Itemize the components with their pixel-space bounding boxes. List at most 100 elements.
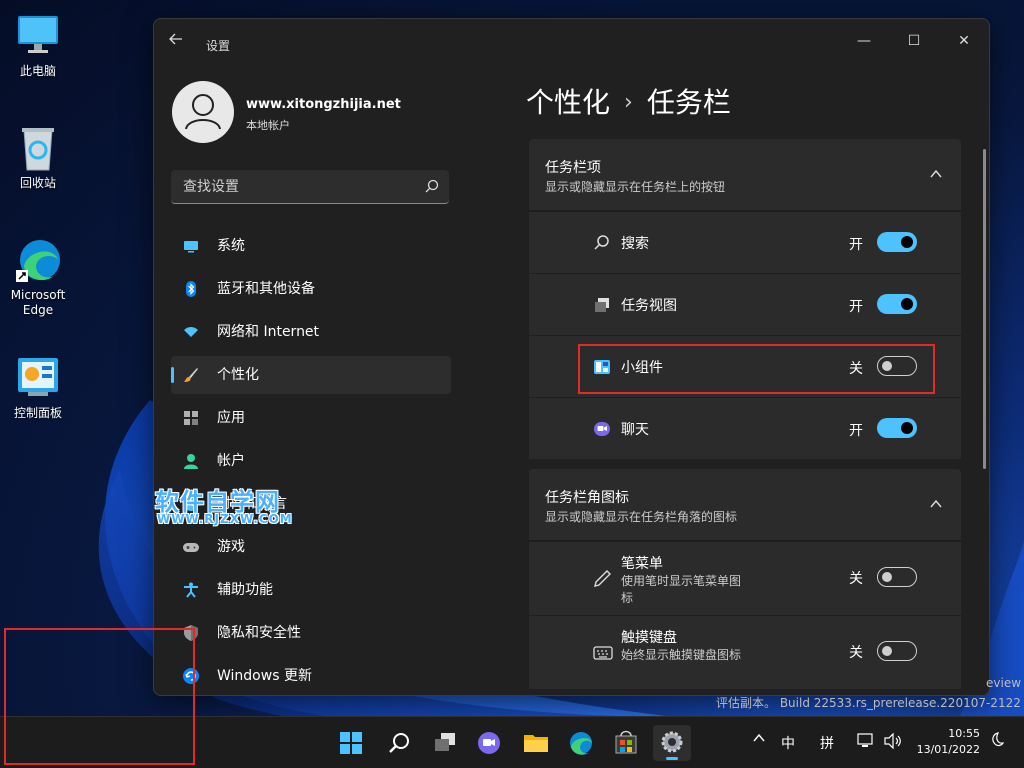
sidebar-nav: 系统 蓝牙和其他设备 网络和 Internet 个性化 应用 帐户 时间和语言 (171, 227, 451, 695)
section-header[interactable]: 任务栏角图标 显示或隐藏显示在任务栏角落的图标 (529, 469, 961, 541)
row-label: 触摸键盘 (621, 630, 677, 646)
sidebar-item-personalization[interactable]: 个性化 (171, 356, 451, 394)
taskbar-item-chat: 聊天 开 (529, 397, 961, 459)
taskbar-file-explorer-button[interactable] (517, 725, 555, 761)
notifications-button[interactable] (988, 732, 1005, 752)
clock-date: 13/01/2022 (916, 743, 980, 756)
touch-keyboard-toggle[interactable] (877, 641, 917, 661)
sidebar-item-label: 应用 (217, 410, 245, 426)
toggle-knob (901, 422, 913, 434)
desktop-icon-label: 此电脑 (19, 64, 56, 78)
desktop-icon-edge[interactable]: Microsoft Edge (0, 236, 76, 318)
corner-item-pen-menu: 笔菜单 使用笔时显示笔菜单图标 关 (529, 541, 961, 615)
settings-window: 设置 — ☐ ✕ www.xitongzhijia.net 本地帐户 系统 (153, 18, 990, 696)
task-view-toggle[interactable] (877, 294, 917, 314)
moon-icon (992, 732, 1005, 747)
taskbar-clock[interactable]: 10:55 13/01/2022 (916, 726, 980, 758)
chevron-up-icon[interactable] (929, 167, 943, 181)
row-label: 笔菜单 (621, 556, 663, 572)
scrollbar[interactable] (983, 149, 986, 469)
ime-mode-indicator[interactable]: 中 (781, 733, 795, 753)
toggle-state-text: 关 (849, 645, 863, 661)
network-status-button[interactable] (857, 733, 875, 753)
close-icon: ✕ (958, 33, 970, 49)
section-header[interactable]: 任务栏项 显示或隐藏显示在任务栏上的按钮 (529, 139, 961, 211)
taskbar-chat-button[interactable] (470, 725, 508, 761)
bluetooth-icon (186, 281, 196, 297)
sidebar-item-accessibility[interactable]: 辅助功能 (171, 571, 451, 609)
row-label: 任务视图 (621, 298, 677, 314)
taskbar-item-search: 搜索 开 (529, 211, 961, 273)
row-label: 聊天 (621, 422, 649, 438)
taskbar-settings-button[interactable] (653, 725, 691, 761)
maximize-button[interactable]: ☐ (894, 27, 934, 55)
network-icon (857, 733, 873, 747)
row-description: 使用笔时显示笔菜单图标 (621, 574, 742, 605)
taskbar-edge-button[interactable] (562, 725, 600, 761)
taskbar-search-button[interactable] (380, 725, 418, 761)
eval-build-text: 评估副本。 Build 22533.rs_prerelease.220107-2… (716, 696, 1021, 710)
volume-button[interactable] (884, 732, 902, 753)
sidebar-item-label: 帐户 (217, 453, 245, 469)
sidebar-item-bluetooth[interactable]: 蓝牙和其他设备 (171, 270, 451, 308)
close-button[interactable]: ✕ (944, 27, 984, 55)
chat-toggle[interactable] (877, 418, 917, 438)
sidebar-item-apps[interactable]: 应用 (171, 399, 451, 437)
minimize-button[interactable]: — (844, 27, 884, 55)
eval-text-partial: eview (986, 676, 1022, 690)
toggle-knob (901, 298, 913, 310)
search-icon (389, 733, 409, 753)
person-icon (184, 454, 198, 469)
sidebar-item-label: 隐私和安全性 (217, 625, 301, 641)
monitor-icon (14, 12, 62, 60)
sidebar-item-gaming[interactable]: 游戏 (171, 528, 451, 566)
row-label: 搜索 (621, 236, 649, 252)
sidebar-item-label: 系统 (217, 238, 245, 254)
chat-icon (478, 732, 500, 754)
sidebar-item-label: Windows 更新 (217, 668, 312, 684)
sidebar-item-windows-update[interactable]: Windows 更新 (171, 657, 451, 695)
sidebar-item-network[interactable]: 网络和 Internet (171, 313, 451, 351)
taskbar-items-section: 任务栏项 显示或隐藏显示在任务栏上的按钮 搜索 开 任务视图 开 小组件 关 聊… (529, 139, 961, 459)
settings-search[interactable] (171, 170, 449, 204)
start-button[interactable] (332, 725, 370, 761)
desktop-icon-label: 控制面板 (13, 406, 62, 420)
control-panel-icon (14, 354, 62, 402)
account-type: 本地帐户 (246, 119, 290, 132)
task-view-icon (595, 298, 609, 312)
title-bar: 设置 — ☐ ✕ (154, 19, 989, 59)
breadcrumb-parent[interactable]: 个性化 (526, 86, 610, 119)
maximize-icon: ☐ (907, 33, 921, 49)
ime-name-indicator[interactable]: 拼 (820, 733, 834, 753)
sidebar-item-label: 网络和 Internet (217, 324, 320, 340)
desktop-icon-recycle-bin[interactable]: 回收站 (0, 124, 76, 191)
toggle-state-text: 关 (849, 571, 863, 587)
sidebar-item-label: 辅助功能 (217, 582, 273, 598)
apps-icon (184, 411, 198, 425)
recycle-bin-icon (14, 124, 62, 172)
avatar[interactable] (172, 81, 234, 143)
volume-icon (884, 732, 901, 750)
sidebar-item-accounts[interactable]: 帐户 (171, 442, 451, 480)
chevron-up-icon[interactable] (929, 497, 943, 511)
corner-item-touch-keyboard: 触摸键盘 始终显示触摸键盘图标 关 (529, 615, 961, 689)
desktop-icon-control-panel[interactable]: 控制面板 (0, 354, 76, 421)
search-icon[interactable] (425, 179, 439, 193)
search-toggle[interactable] (877, 232, 917, 252)
taskbar-store-button[interactable] (607, 725, 645, 761)
watermark-url: WWW.RJZXW.COM (157, 512, 293, 526)
edge-icon (14, 236, 62, 284)
taskbar-task-view-button[interactable] (426, 725, 464, 761)
sidebar-item-system[interactable]: 系统 (171, 227, 451, 265)
toggle-state-text: 开 (849, 299, 863, 315)
search-input[interactable] (181, 176, 415, 198)
widgets-highlight-box (578, 344, 935, 394)
tray-overflow-button[interactable] (752, 731, 766, 749)
toggle-state-text: 开 (849, 237, 863, 253)
pen-menu-toggle[interactable] (877, 567, 917, 587)
desktop-icon-this-pc[interactable]: 此电脑 (0, 12, 76, 79)
search-icon (594, 235, 609, 250)
sidebar-item-privacy[interactable]: 隐私和安全性 (171, 614, 451, 652)
chevron-up-icon (753, 733, 765, 742)
back-button[interactable] (168, 31, 188, 47)
